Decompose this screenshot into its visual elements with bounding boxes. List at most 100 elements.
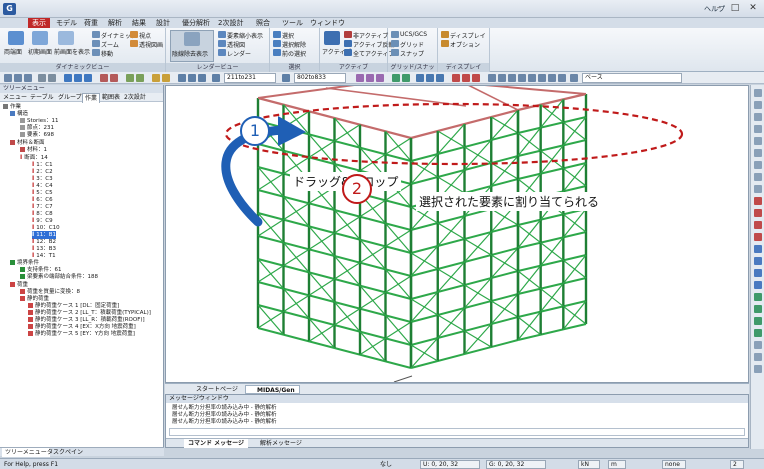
active-invert-icon[interactable] [344,40,352,47]
toolbar-view3-icon[interactable] [84,74,92,82]
ribbon-tab-tools[interactable]: ツール [278,18,307,28]
prev-select-label[interactable]: 前の選択 [282,49,306,58]
perspective-label[interactable]: 透視図画 [139,40,163,49]
toolbar-save-icon[interactable] [24,74,32,82]
snap-icon[interactable] [391,49,399,56]
model-viewport[interactable]: 1 ドラッグ&ドロップ 2 選択された要素に割り当てられる [165,85,749,383]
maximize-button[interactable]: □ [728,2,742,14]
toolbar-mesh-icon[interactable] [126,74,134,82]
tree-item[interactable]: 材料：1 [20,147,47,154]
toolbar-ucs-icon[interactable] [488,74,496,82]
shrink-display-label[interactable]: 要素縮小表示 [227,31,263,40]
non-active-icon[interactable] [344,31,352,38]
toolbar-ucs6-icon[interactable] [538,74,546,82]
toolbar-ucs3-icon[interactable] [508,74,516,82]
element-range-combo[interactable]: 802to833 [294,73,346,83]
grid-label[interactable]: グリッド [400,40,424,49]
ribbon-tab-analysis[interactable]: 解析 [104,18,126,28]
toolbar-draw-icon[interactable] [356,74,364,82]
tree-tab-table[interactable]: テーブル [28,93,56,102]
rt-tool-icon[interactable] [754,233,762,241]
tree-item[interactable]: Stories：11 [20,118,59,125]
ribbon-tab-incremental[interactable]: 優分解析 [178,18,214,28]
tree-item[interactable]: 静的荷重ケース 3 [LL_R：積載荷重(ROOF)] [28,317,145,324]
toolbar-ucs4-icon[interactable] [518,74,526,82]
ribbon-tab-results[interactable]: 結果 [128,18,150,28]
rt-tool-icon[interactable] [754,137,762,145]
tree-item[interactable]: I 14：T1 [32,252,56,260]
tree-item[interactable]: 静的荷重ケース 5 [EY：Y方向 地震荷重] [28,331,135,338]
force-unit-select[interactable]: kN [578,460,600,469]
rt-tool-icon[interactable] [754,293,762,301]
rt-tool-icon[interactable] [754,101,762,109]
toolbar-mesh2-icon[interactable] [136,74,144,82]
toolbar-new-icon[interactable] [4,74,12,82]
toolbar-check-icon[interactable] [392,74,400,82]
tree-item[interactable]: 静的荷重ケース 2 [LL_T：積載荷重(TYPICAL)] [28,310,151,317]
bidirectional-view-label[interactable]: 両端面 [4,47,22,56]
rt-tool-icon[interactable] [754,317,762,325]
render-icon[interactable] [218,49,226,56]
toolbar-element-select-icon[interactable] [282,74,290,82]
initial-view-label[interactable]: 初期画面 [28,47,52,56]
rt-tool-icon[interactable] [754,329,762,337]
tree-item[interactable]: 梁要素の端部結合条件：188 [20,274,98,281]
toolbar-ucs5-icon[interactable] [528,74,536,82]
front-view-label[interactable]: 前画面を表示 [54,47,90,56]
rt-tool-icon[interactable] [754,209,762,217]
front-view-icon[interactable] [58,31,74,45]
tree-tab-secondary[interactable]: 2次設計 [122,93,148,102]
command-input[interactable] [169,428,745,436]
rt-tool-icon[interactable] [754,173,762,181]
tree-tab-menu[interactable]: メニュー [1,93,29,102]
display-icon[interactable] [441,31,449,38]
ribbon-tab-secondary[interactable]: 2次設計 [214,18,247,28]
tree-item[interactable]: 構造 [10,111,28,118]
node-range-combo[interactable]: 211to231 [224,73,276,83]
rt-tool-icon[interactable] [754,281,762,289]
analysis-message-tab[interactable]: 解析メッセージ [256,439,306,448]
rt-tool-icon[interactable] [754,269,762,277]
rt-tool-icon[interactable] [754,365,762,373]
ucs-label[interactable]: UCS/GCS [400,31,427,38]
ucs-icon[interactable] [391,31,399,38]
rt-tool-icon[interactable] [754,149,762,157]
toolbar-grid-icon[interactable] [416,74,424,82]
rt-tool-icon[interactable] [754,185,762,193]
tree-item[interactable]: 静的荷重ケース 1 [DL：固定荷重] [28,303,119,310]
page-number[interactable]: 2 [730,460,744,469]
tree-item[interactable]: 作業 [3,104,21,111]
grid-icon[interactable] [391,40,399,47]
viewpoint-icon[interactable] [130,31,138,38]
toolbar-check2-icon[interactable] [402,74,410,82]
toolbar-ucs7-icon[interactable] [548,74,556,82]
tree-item[interactable]: 静的荷重ケース 4 [EX：X方向 地震荷重] [28,324,136,331]
tree-item[interactable]: 境界条件 [10,260,39,267]
app-logo-icon[interactable]: G [3,3,16,15]
toolbar-view2-icon[interactable] [74,74,82,82]
ribbon-tab-window[interactable]: ウィンドウ [306,18,349,28]
transparent-icon[interactable] [218,40,226,47]
tree-item[interactable]: 荷重を質量に変換：8 [20,289,80,296]
tree-tab-group[interactable]: グループ [56,93,84,102]
move-label[interactable]: 移動 [101,49,113,58]
toolbar-story-icon[interactable] [570,74,578,82]
active-icon[interactable] [324,31,340,45]
ribbon-tab-load[interactable]: 荷重 [80,18,102,28]
render-label[interactable]: レンダー [227,49,251,58]
toolbar-snap-icon[interactable] [452,74,460,82]
toolbar-ucs8-icon[interactable] [558,74,566,82]
option-icon[interactable] [441,40,449,47]
viewpoint-label[interactable]: 視点 [139,31,151,40]
toolbar-ucs2-icon[interactable] [498,74,506,82]
rt-tool-icon[interactable] [754,353,762,361]
option-label[interactable]: オプション [450,40,480,49]
toolbar-select2-icon[interactable] [188,74,196,82]
zoom-label[interactable]: ズーム [101,40,119,49]
rt-tool-icon[interactable] [754,341,762,349]
length-unit-select[interactable]: m [608,460,626,469]
select-icon[interactable] [273,31,281,38]
rt-tool-icon[interactable] [754,245,762,253]
start-page-tab[interactable]: スタートページ [185,385,242,394]
move-icon[interactable] [92,49,100,56]
